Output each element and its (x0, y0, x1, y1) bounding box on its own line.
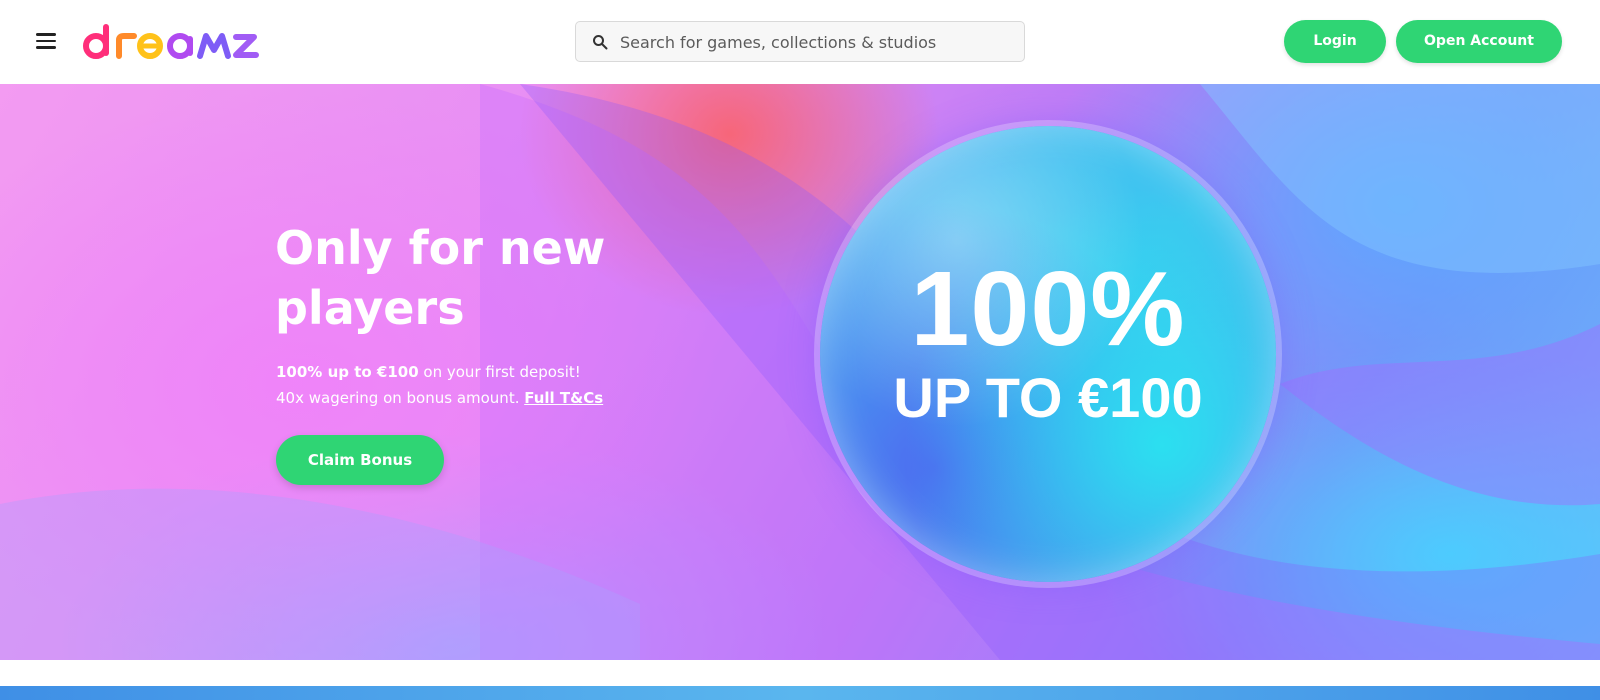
search-icon (593, 35, 608, 50)
dreamz-logo[interactable]: dreamz (82, 18, 282, 66)
hero-offer-text: 100% up to €100 on your first deposit! 4… (276, 359, 796, 411)
offer-description: on your first deposit! (418, 363, 581, 381)
hamburger-menu-icon[interactable] (34, 30, 58, 52)
hero-banner: Only for new players 100% up to €100 on … (0, 84, 1600, 660)
offer-highlight: 100% up to €100 (276, 363, 419, 381)
next-section-banner (0, 686, 1600, 700)
login-button[interactable]: Login (1284, 20, 1386, 63)
hero-title: Only for new players (275, 221, 606, 335)
bonus-percent: 100% (910, 250, 1186, 368)
top-header: dreamz Login Open Account (0, 0, 1600, 85)
search-input[interactable] (618, 22, 1012, 63)
hero-background-waves (0, 84, 1600, 660)
search-bar[interactable] (575, 21, 1025, 63)
claim-bonus-button[interactable]: Claim Bonus (276, 435, 444, 485)
open-account-button[interactable]: Open Account (1396, 20, 1562, 63)
bonus-bubble: 100% UP TO €100 (820, 126, 1276, 582)
bonus-amount: UP TO €100 (893, 366, 1203, 429)
wagering-text: 40x wagering on bonus amount. (276, 389, 525, 407)
full-tcs-link[interactable]: Full T&Cs (524, 389, 603, 407)
